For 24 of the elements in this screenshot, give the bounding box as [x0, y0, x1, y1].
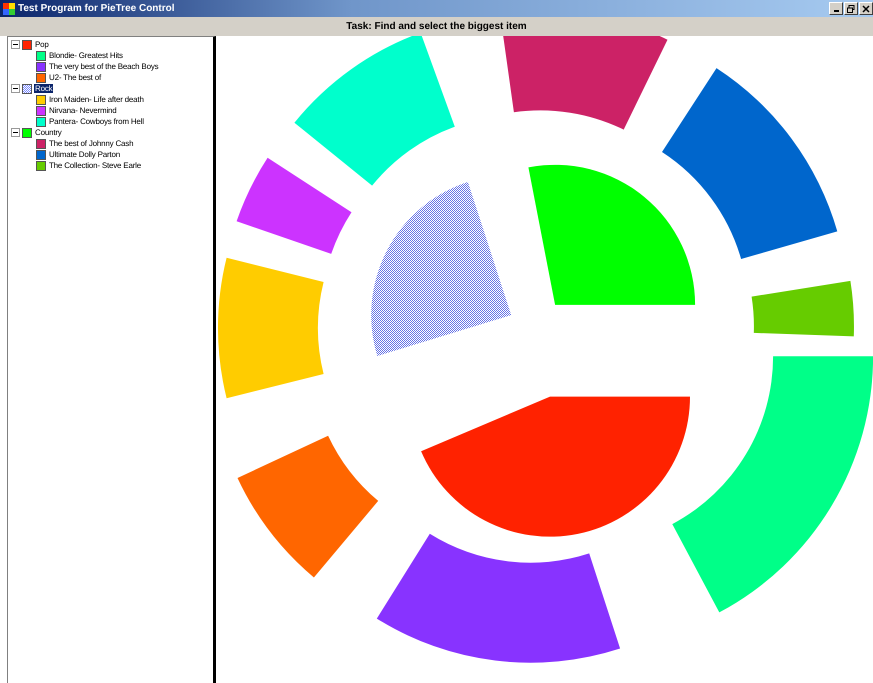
close-icon — [862, 4, 870, 12]
tree-item[interactable]: U2- The best of — [48, 73, 102, 82]
restore-icon — [847, 4, 855, 12]
task-label: Task: Find and select the biggest item — [346, 21, 527, 32]
tree-item[interactable]: The very best of the Beach Boys — [48, 62, 160, 71]
tree-item[interactable]: Country — [34, 128, 63, 137]
tree-item[interactable]: Pop — [34, 40, 50, 49]
collapse-icon[interactable] — [11, 128, 20, 137]
window-title: Test Program for PieTree Control — [18, 3, 175, 14]
tree-item[interactable]: Blondie- Greatest Hits — [48, 51, 124, 60]
tree-item[interactable]: Iron Maiden- Life after death — [48, 95, 145, 104]
minimize-icon — [834, 10, 838, 12]
collapse-icon[interactable] — [11, 40, 20, 49]
tree-item[interactable]: Rock — [34, 84, 54, 93]
app-icon — [3, 2, 15, 14]
minimize-button[interactable] — [829, 2, 843, 15]
tree-item[interactable]: Pantera- Cowboys from Hell — [48, 117, 145, 126]
collapse-icon[interactable] — [11, 84, 20, 93]
restore-button[interactable] — [844, 2, 858, 15]
close-button[interactable] — [859, 2, 873, 15]
tree-item[interactable]: Nirvana- Nevermind — [48, 106, 118, 115]
tree-item[interactable]: Ultimate Dolly Parton — [48, 150, 121, 159]
tree-item[interactable]: The best of Johnny Cash — [48, 139, 134, 148]
tree-item[interactable]: The Collection- Steve Earle — [48, 161, 142, 170]
